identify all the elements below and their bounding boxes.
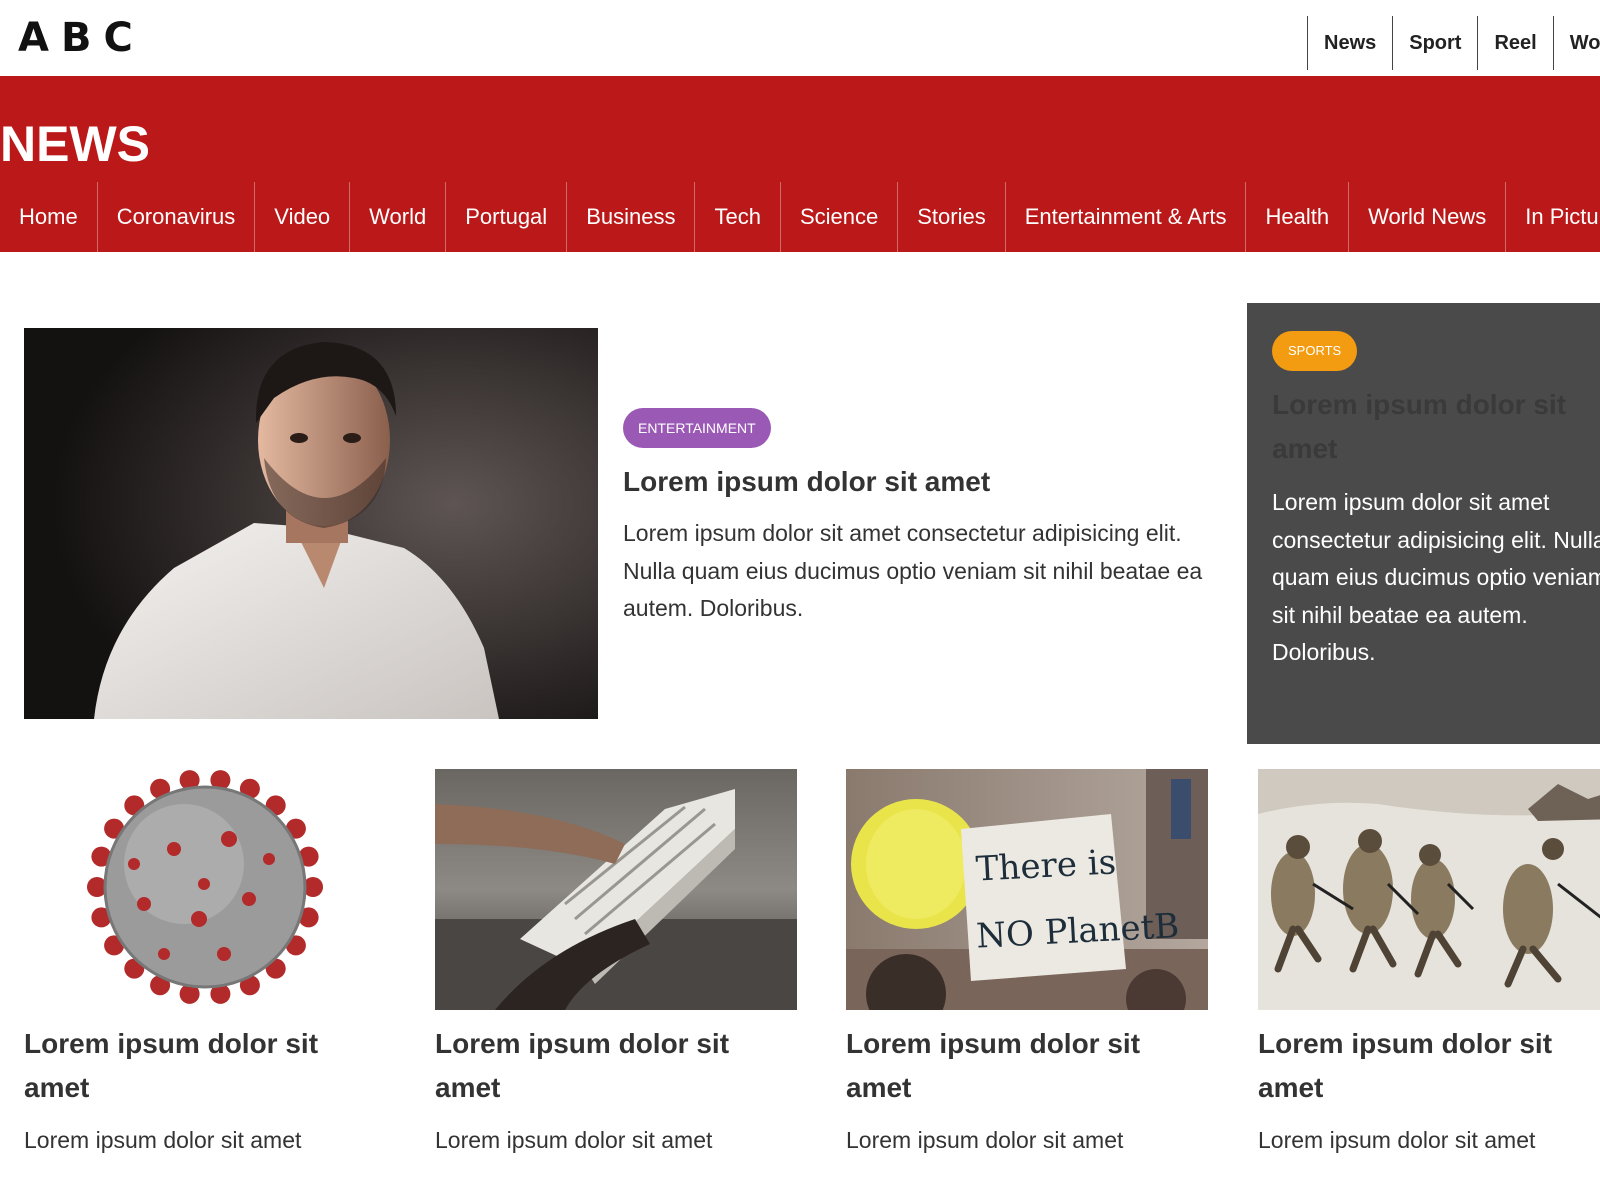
nav-item-business[interactable]: Business xyxy=(567,182,696,252)
story-headline[interactable]: Lorem ipsum dolor sit amet xyxy=(24,1022,386,1110)
top-nav: News Sport Reel Wo xyxy=(1307,16,1600,70)
nav-item-health[interactable]: Health xyxy=(1246,182,1350,252)
news-header-band: NEWS Home Coronavirus Video World Portug… xyxy=(0,76,1600,252)
story-summary: Lorem ipsum dolor sit amet xyxy=(1258,1127,1536,1153)
nav-item-science[interactable]: Science xyxy=(781,182,899,252)
nav-item-home[interactable]: Home xyxy=(0,182,98,252)
sports-headline[interactable]: Lorem ipsum dolor sit amet xyxy=(1272,383,1600,471)
top-nav-reel[interactable]: Reel xyxy=(1477,16,1552,70)
entertainment-badge[interactable]: ENTERTAINMENT xyxy=(623,408,771,448)
nav-item-world-news[interactable]: World News xyxy=(1349,182,1507,252)
nav-item-coronavirus[interactable]: Coronavirus xyxy=(98,182,256,252)
story-card[interactable]: Lorem ipsum dolor sit amet Lorem ipsum d… xyxy=(435,769,797,1153)
nav-item-portugal[interactable]: Portugal xyxy=(446,182,568,252)
featured-summary: Lorem ipsum dolor sit amet consectetur a… xyxy=(623,520,1203,621)
story-headline[interactable]: Lorem ipsum dolor sit amet xyxy=(1258,1022,1600,1110)
nav-item-entertainment-arts[interactable]: Entertainment & Arts xyxy=(1006,182,1247,252)
site-logo[interactable]: A B C xyxy=(18,14,133,62)
protest-sign-line: There is xyxy=(975,842,1117,889)
nav-item-world[interactable]: World xyxy=(350,182,447,252)
story-thumbnail[interactable] xyxy=(435,769,797,1010)
featured-image[interactable] xyxy=(24,328,598,719)
story-summary: Lorem ipsum dolor sit amet xyxy=(24,1127,302,1153)
portrait-photo-icon xyxy=(24,328,598,719)
story-card[interactable]: There is NO PlanetB Lorem ipsum dolor si… xyxy=(846,769,1208,1153)
story-thumbnail[interactable] xyxy=(1258,769,1600,1010)
main-nav: Home Coronavirus Video World Portugal Bu… xyxy=(0,182,1600,252)
top-nav-worklife[interactable]: Wo xyxy=(1552,16,1600,70)
story-summary: Lorem ipsum dolor sit amet xyxy=(846,1127,1124,1153)
sports-summary: Lorem ipsum dolor sit amet consectetur a… xyxy=(1272,489,1600,665)
logo-letter: C xyxy=(103,15,133,61)
newspaper-image-icon xyxy=(435,769,797,1010)
top-bar: A B C News Sport Reel Wo xyxy=(0,0,1600,76)
story-thumbnail[interactable] xyxy=(24,769,386,1010)
story-headline[interactable]: Lorem ipsum dolor sit amet xyxy=(435,1022,797,1110)
top-nav-news[interactable]: News xyxy=(1307,16,1392,70)
logo-letter: B xyxy=(60,15,92,61)
top-nav-sport[interactable]: Sport xyxy=(1392,16,1477,70)
nav-item-video[interactable]: Video xyxy=(255,182,351,252)
nav-item-stories[interactable]: Stories xyxy=(898,182,1006,252)
story-thumbnail[interactable]: There is NO PlanetB xyxy=(846,769,1208,1010)
story-headline[interactable]: Lorem ipsum dolor sit amet xyxy=(846,1022,1208,1110)
story-card[interactable]: Lorem ipsum dolor sit amet Lorem ipsum d… xyxy=(1258,769,1600,1153)
nav-item-in-pictures[interactable]: In Pictur xyxy=(1506,182,1600,252)
soldiers-image-icon xyxy=(1258,769,1600,1010)
nav-item-tech[interactable]: Tech xyxy=(695,182,781,252)
sports-panel: SPORTS Lorem ipsum dolor sit amet Lorem … xyxy=(1247,303,1600,744)
protest-sign-image-icon: There is NO PlanetB xyxy=(846,769,1208,1010)
logo-letter: A xyxy=(18,15,49,61)
featured-headline[interactable]: Lorem ipsum dolor sit amet xyxy=(623,462,990,502)
section-title[interactable]: NEWS xyxy=(0,114,150,174)
sports-badge[interactable]: SPORTS xyxy=(1272,331,1358,371)
story-card[interactable]: Lorem ipsum dolor sit amet Lorem ipsum d… xyxy=(24,769,386,1153)
virus-image-icon xyxy=(87,770,323,1004)
story-summary: Lorem ipsum dolor sit amet xyxy=(435,1127,713,1153)
